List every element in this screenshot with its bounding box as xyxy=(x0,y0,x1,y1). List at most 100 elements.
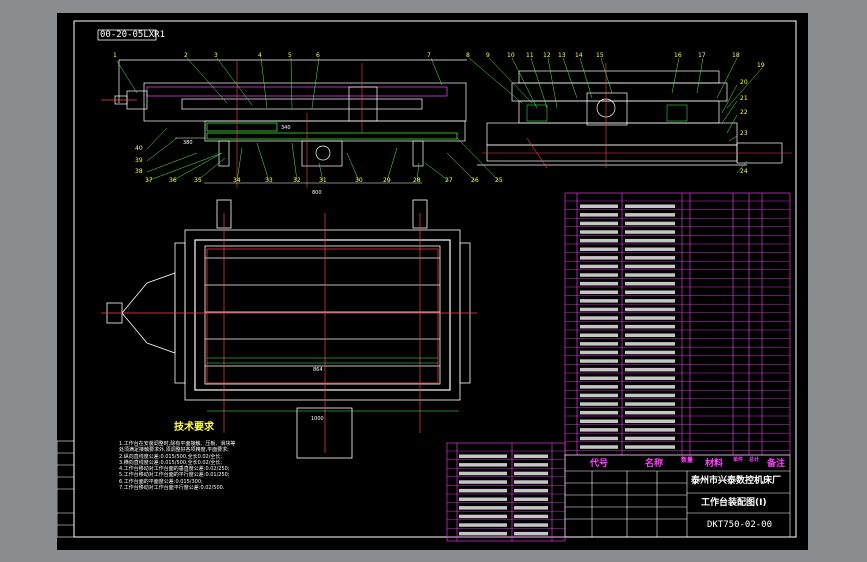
parts-table-cell-text xyxy=(625,393,675,398)
front-view-balloon-26: 26 xyxy=(471,177,479,184)
front-view-balloon-28: 28 xyxy=(413,177,421,184)
parts-table-cell-text xyxy=(459,523,507,527)
parts-table-cell-text xyxy=(625,419,675,423)
parts-table-cell-text xyxy=(580,299,618,303)
front-view-balloon-30: 30 xyxy=(355,177,363,184)
parts-table-cell-text xyxy=(625,445,675,449)
parts-table-cell-text xyxy=(625,290,675,294)
parts-table-cell-text xyxy=(580,410,618,415)
front-view-balloon-33: 33 xyxy=(265,177,273,184)
parts-table-cell-text xyxy=(625,333,675,337)
front-view-balloon-39: 39 xyxy=(135,157,143,164)
parts-table-cell-text xyxy=(580,359,618,363)
parts-table-cell-text xyxy=(580,316,618,320)
parts-table-cell-text xyxy=(514,523,548,527)
parts-table-cell-text xyxy=(580,204,618,208)
technical-requirements-heading: 技术要求 xyxy=(174,422,214,433)
parts-table-cell-text xyxy=(459,488,507,493)
parts-table-cell-text xyxy=(580,264,618,269)
side-view-balloon-10: 10 xyxy=(507,52,515,59)
parts-table-cell-text xyxy=(580,307,618,312)
front-view-balloon-1: 1 xyxy=(113,52,117,59)
parts-table-cell-text xyxy=(514,497,548,501)
parts-table-cell-text xyxy=(580,419,618,423)
front-view-balloon-29: 29 xyxy=(383,177,391,184)
parts-table-cell-text xyxy=(514,506,548,510)
parts-table-cell-text xyxy=(580,428,618,432)
front-view-balloon-25: 25 xyxy=(495,177,503,184)
parts-table-cell-text xyxy=(580,402,618,406)
front-view-balloon-34: 34 xyxy=(233,177,241,184)
parts-table-cell-text xyxy=(625,281,675,286)
parts-table-cell-text xyxy=(514,471,548,476)
side-view-balloon-12: 12 xyxy=(543,52,551,59)
front-view-balloon-35: 35 xyxy=(194,177,202,184)
parts-header-total-weight: 总计 xyxy=(749,457,760,463)
drawing-number: DKT750-02-00 xyxy=(707,520,773,530)
parts-table-cell-text xyxy=(580,436,618,441)
front-view-balloon-38: 38 xyxy=(135,168,143,175)
parts-table-cell-text xyxy=(625,324,675,329)
front-view xyxy=(101,59,467,167)
side-view-balloon-20: 20 xyxy=(740,79,748,86)
parts-table-cell-text xyxy=(580,393,618,398)
front-view-balloon-5: 5 xyxy=(288,52,292,59)
parts-header-unit-weight: 单件 xyxy=(733,457,744,463)
parts-table-cell-text xyxy=(625,213,675,217)
parts-header-name: 名称 xyxy=(645,459,664,469)
parts-table-cell-text xyxy=(580,324,618,329)
parts-table-cell-text xyxy=(580,247,618,251)
side-view-balloon-8: 8 xyxy=(466,52,470,59)
plan-view-dim-864: 864 xyxy=(313,367,323,373)
parts-table-cell-text xyxy=(625,436,675,441)
parts-header-qty: 数量 xyxy=(681,457,694,464)
parts-table-cell-text xyxy=(625,402,675,406)
front-view-balloon-6: 6 xyxy=(316,52,320,59)
parts-table-cell-text xyxy=(625,359,675,363)
parts-header-remark: 备注 xyxy=(767,459,786,469)
parts-table-cell-text xyxy=(625,221,675,226)
parts-table-cell-text xyxy=(514,480,548,484)
parts-table-cell-text xyxy=(580,333,618,337)
side-view-balloon-16: 16 xyxy=(674,52,682,59)
revision-strip xyxy=(57,440,75,538)
parts-table-cell-text xyxy=(580,281,618,286)
side-view-balloon-9: 9 xyxy=(486,52,490,59)
drawing-sheet: 00-20-05LXR1 1 2 3 4 5 6 7 40 39 38 37 3… xyxy=(57,13,808,550)
side-view-balloon-24: 24 xyxy=(740,168,748,175)
parts-table-cell-text xyxy=(625,256,675,260)
front-view-balloon-4: 4 xyxy=(258,52,262,59)
front-view-dim-800: 800 xyxy=(312,190,322,196)
parts-table-cell-text xyxy=(580,273,618,277)
parts-table-cell-text xyxy=(580,238,618,243)
parts-table-cell-text xyxy=(580,213,618,217)
parts-table-cell-text xyxy=(625,428,675,432)
plan-view-dim-1000: 1000 xyxy=(311,416,324,422)
parts-table-cell-text xyxy=(459,497,507,501)
side-view-balloon-14: 14 xyxy=(575,52,583,59)
front-view-balloon-7: 7 xyxy=(427,52,431,59)
front-view-balloon-3: 3 xyxy=(214,52,218,59)
front-view-balloon-36: 36 xyxy=(169,177,177,184)
parts-table-cell-text xyxy=(625,316,675,320)
front-view-balloon-40: 40 xyxy=(135,145,143,152)
parts-table-cell-text xyxy=(580,385,618,389)
parts-table-cell-text xyxy=(625,204,675,208)
parts-table-cell-text xyxy=(625,230,675,234)
front-view-balloon-2: 2 xyxy=(184,52,188,59)
parts-header-code: 代号 xyxy=(590,459,609,469)
side-view-balloon-17: 17 xyxy=(698,52,706,59)
parts-table-cell-text xyxy=(514,488,548,493)
parts-table-cell-text xyxy=(625,264,675,269)
side-view-balloon-23: 23 xyxy=(740,130,748,137)
parts-table-cell-text xyxy=(459,480,507,484)
parts-table-cell-text xyxy=(514,463,548,467)
parts-table-cell-text xyxy=(625,247,675,251)
parts-table-cell-text xyxy=(625,299,675,303)
parts-table-cell-text xyxy=(625,410,675,415)
front-view-dim-380: 380 xyxy=(183,140,193,146)
side-view xyxy=(477,70,783,166)
side-view-balloon-11: 11 xyxy=(526,52,534,59)
parts-table-cell-text xyxy=(459,531,507,536)
parts-table-cell-text xyxy=(580,256,618,260)
